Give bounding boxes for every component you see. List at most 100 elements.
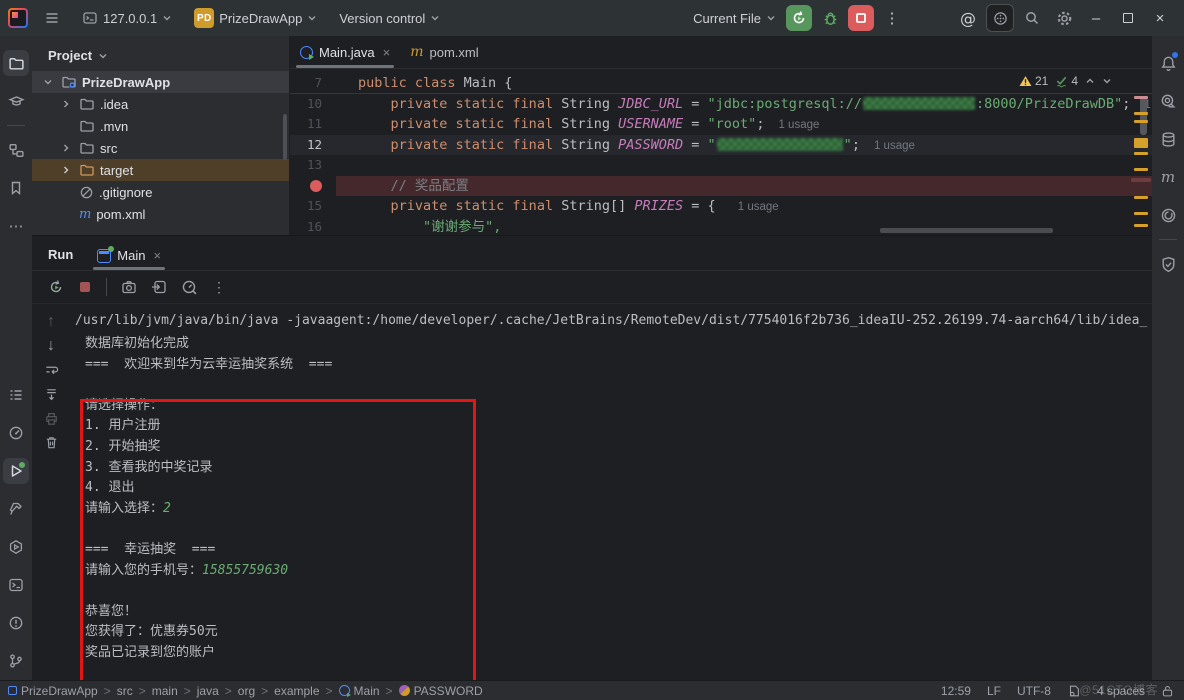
main-menu-button[interactable] [38,4,66,32]
tree-item-mvn[interactable]: .mvn [32,115,289,137]
tree-item-idea[interactable]: .idea [32,93,289,115]
tool-endpoints-button[interactable] [3,420,29,446]
maven-button[interactable]: m [1155,164,1181,190]
rerun-icon[interactable] [48,279,64,295]
tool-structure-button[interactable] [3,137,29,163]
notifications-button[interactable] [1155,50,1181,76]
trusted-project-button[interactable] [1155,251,1181,277]
editor-scrollbar[interactable] [1140,97,1147,135]
tool-learn-button[interactable] [3,88,29,114]
chevron-right-icon[interactable] [61,143,71,153]
error-stripe-mark[interactable] [1134,168,1148,171]
tree-item-src[interactable]: src [32,137,289,159]
window-close-button[interactable]: × [1146,4,1174,32]
breadcrumb-item[interactable]: src [117,684,133,698]
soft-wrap-icon[interactable] [42,361,60,379]
breadcrumb-item[interactable]: Main [339,684,380,698]
line-number-gutter[interactable]: 7 [290,73,336,93]
stop-button[interactable] [848,5,874,31]
tool-problems-button[interactable] [3,610,29,636]
next-problem-icon[interactable] [1102,76,1112,86]
window-minimize-button[interactable]: – [1082,4,1110,32]
error-stripe-mark[interactable] [1134,120,1148,123]
up-arrow-icon[interactable]: ↑ [42,313,60,331]
camera-icon[interactable] [121,279,137,295]
error-stripe-mark[interactable] [1134,152,1148,155]
breadcrumb-item[interactable]: main [152,684,178,698]
project-panel-header[interactable]: Project [32,36,289,71]
breadcrumb-item[interactable]: org [238,684,255,698]
tool-todo-button[interactable] [3,382,29,408]
run-console[interactable]: ↑ ↓ /usr/lib/jvm/java/bin/java -javaagen… [32,304,1152,680]
breakpoint-icon[interactable] [310,180,322,192]
line-number-gutter[interactable]: 16 [290,217,336,236]
editor-hscrollbar[interactable] [880,228,1053,233]
tool-run-button[interactable] [3,458,29,484]
print-icon[interactable] [42,409,60,427]
line-number-gutter[interactable]: 10 [290,94,336,115]
breadcrumb-item[interactable]: example [274,684,319,698]
more-actions-button[interactable]: ⋮ [878,4,906,32]
error-stripe[interactable] [1130,69,1152,235]
ai-chat-button[interactable] [1155,88,1181,114]
export-icon[interactable] [151,279,167,295]
error-stripe-mark[interactable] [1134,212,1148,215]
remote-dev-controls-button[interactable] [986,4,1014,32]
profiler-icon[interactable] [181,279,198,296]
line-number-gutter[interactable]: 15 [290,196,336,217]
tool-git-button[interactable] [3,648,29,674]
tab-main-java[interactable]: Main.java × [290,36,400,68]
project-selector[interactable]: PD PrizeDrawApp [188,4,323,32]
prev-problem-icon[interactable] [1085,76,1095,86]
close-icon[interactable]: × [383,45,391,60]
down-arrow-icon[interactable]: ↓ [42,337,60,355]
stop-icon[interactable] [78,280,92,294]
file-encoding[interactable]: UTF-8 [1017,684,1051,698]
rerun-button[interactable] [786,5,812,31]
line-number-gutter[interactable]: 13 [290,155,336,176]
caret-position[interactable]: 12:59 [941,684,971,698]
tool-build-button[interactable] [3,496,29,522]
scroll-to-end-icon[interactable] [42,385,60,403]
run-configuration-selector[interactable]: Current File [687,7,782,30]
project-scrollbar[interactable] [283,114,287,160]
error-stripe-mark[interactable] [1134,196,1148,199]
line-number-gutter[interactable]: 11 [290,114,336,135]
error-stripe-mark[interactable] [1134,224,1148,227]
error-stripe-mark[interactable] [1134,112,1148,115]
tree-item-gitignore[interactable]: .gitignore [32,181,289,203]
tree-item-target[interactable]: target [32,159,289,181]
console-body[interactable]: /usr/lib/jvm/java/bin/java -javaagent:/h… [75,311,1148,680]
ai-assistant-button[interactable]: @ [954,4,982,32]
tree-item-root[interactable]: PrizeDrawApp [32,71,289,93]
readonly-lock-icon[interactable] [1161,684,1174,698]
line-separator[interactable]: LF [987,684,1001,698]
tool-project-button[interactable] [3,50,29,76]
chevron-right-icon[interactable] [61,99,71,109]
clear-console-icon[interactable] [42,433,60,451]
breadcrumb-item[interactable]: PrizeDrawApp [8,684,98,698]
tree-item-pom[interactable]: m pom.xml [32,203,289,225]
version-control-menu[interactable]: Version control [333,7,446,30]
database-button[interactable] [1155,126,1181,152]
search-everywhere-button[interactable] [1018,4,1046,32]
tab-pom-xml[interactable]: m pom.xml [400,36,488,68]
chevron-right-icon[interactable] [61,165,71,175]
tool-bookmarks-button[interactable] [3,175,29,201]
debug-button[interactable] [816,4,844,32]
tool-terminal-button[interactable] [3,572,29,598]
settings-button[interactable] [1050,4,1078,32]
error-stripe-mark[interactable] [1134,96,1148,99]
breadcrumb-item[interactable]: java [197,684,219,698]
tool-services-button[interactable] [3,534,29,560]
line-number-gutter[interactable] [290,176,336,197]
breakpoint-stripe-mark[interactable] [1131,178,1151,182]
tool-more-button[interactable]: ⋯ [3,213,29,239]
more-icon[interactable]: ⋮ [212,279,226,296]
error-stripe-mark[interactable] [1134,138,1148,148]
run-tab-main[interactable]: Main × [87,248,171,270]
inspections-widget[interactable]: 21 4 [1013,72,1118,90]
window-maximize-button[interactable] [1114,4,1142,32]
chevron-down-icon[interactable] [43,77,53,87]
gradle-button[interactable] [1155,202,1181,228]
